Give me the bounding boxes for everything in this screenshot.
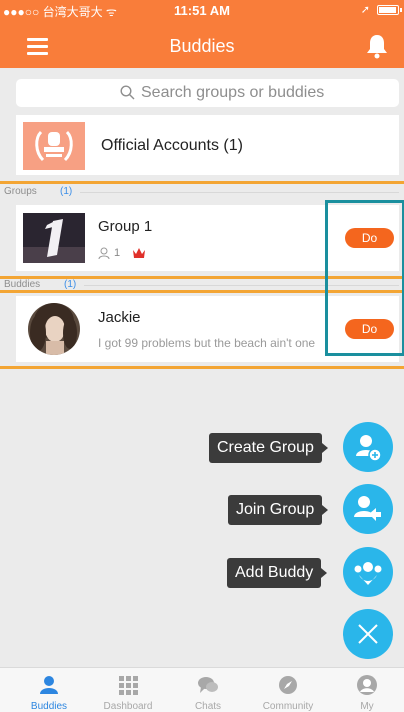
- search-input[interactable]: Search groups or buddies: [16, 79, 399, 107]
- tab-label: Community: [262, 701, 314, 712]
- tab-label: Dashboard: [103, 701, 153, 712]
- close-menu-button[interactable]: [343, 609, 393, 659]
- tab-dashboard[interactable]: Dashboard: [88, 668, 168, 712]
- tab-label: My: [360, 701, 374, 712]
- buddies-count: (1): [64, 279, 77, 290]
- profile-icon: [357, 675, 377, 695]
- create-group-label[interactable]: Create Group: [209, 433, 328, 463]
- add-buddy-icon: [354, 562, 382, 585]
- highlight-box: [325, 200, 404, 356]
- status-time: 11:51 AM: [174, 3, 230, 18]
- group-name: Group 1: [98, 218, 153, 235]
- tab-community[interactable]: Community: [248, 668, 328, 712]
- buddy-name: Jackie: [98, 309, 141, 326]
- join-group-icon: [354, 496, 381, 521]
- highlight-line: [0, 366, 404, 369]
- add-buddy-label[interactable]: Add Buddy: [227, 558, 328, 588]
- buddy-status: I got 99 problems but the beach ain't on…: [98, 336, 316, 350]
- compass-icon: [279, 676, 297, 694]
- page-title: Buddies: [169, 36, 235, 56]
- search-icon: [120, 85, 135, 100]
- crown-icon: [133, 248, 145, 258]
- buddy-avatar: [28, 303, 80, 355]
- chats-icon: [198, 677, 218, 693]
- bell-icon[interactable]: [364, 33, 390, 59]
- members-icon: [98, 247, 110, 260]
- highlight-line: [0, 181, 404, 184]
- search-placeholder: Search groups or buddies: [141, 84, 325, 101]
- join-group-label[interactable]: Join Group: [228, 495, 329, 525]
- tab-label: Chats: [194, 701, 222, 712]
- status-bar: ●●●○○ 台湾大哥大 ᯤ 11:51 AM ➚: [0, 0, 404, 20]
- groups-header-label: Groups: [4, 186, 37, 197]
- group-avatar: [23, 213, 85, 263]
- dashboard-icon: [119, 676, 138, 695]
- create-group-icon: [356, 435, 382, 462]
- add-buddy-button[interactable]: [343, 547, 393, 597]
- buddies-icon: [40, 676, 58, 694]
- tab-bar: Buddies Dashboard Chats Community My: [0, 667, 404, 712]
- group-member-count: 1: [114, 247, 121, 259]
- tab-my[interactable]: My: [327, 668, 404, 712]
- tab-label: Buddies: [30, 701, 68, 712]
- official-accounts-logo: [23, 122, 85, 170]
- official-accounts-label: Official Accounts (1): [101, 137, 243, 154]
- navigation-bar: ●●●○○ 台湾大哥大 ᯤ 11:51 AM ➚ Buddies: [0, 0, 404, 68]
- groups-section-header: Groups (1): [0, 185, 404, 199]
- official-accounts-row[interactable]: Official Accounts (1): [16, 115, 399, 175]
- location-icon: ➚: [360, 4, 370, 16]
- buddies-header-label: Buddies: [4, 279, 41, 290]
- join-group-button[interactable]: [343, 484, 393, 534]
- battery-icon: [377, 5, 402, 15]
- create-group-button[interactable]: [343, 422, 393, 472]
- groups-count: (1): [60, 186, 73, 197]
- tab-chats[interactable]: Chats: [168, 668, 248, 712]
- tab-buddies[interactable]: Buddies: [9, 668, 89, 712]
- close-icon: [358, 624, 378, 644]
- section-divider: [80, 192, 399, 193]
